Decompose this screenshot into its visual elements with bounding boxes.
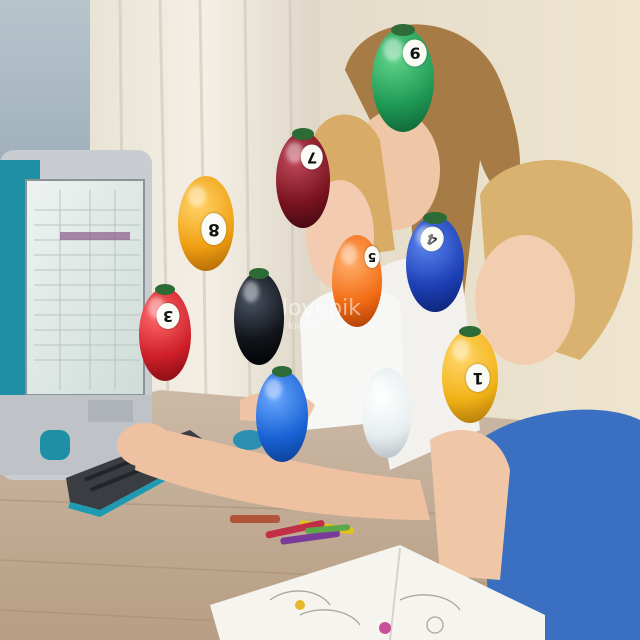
billiard-ball-3: 3 [139, 284, 191, 381]
billiard-ball-4: 4 [406, 212, 464, 312]
billiard-ball-black [234, 268, 284, 365]
billiard-ball-blue [256, 366, 308, 462]
billiard-ball-9: 9 [372, 23, 434, 132]
billiard-ball-1: 1 [442, 326, 498, 423]
watermark-brand: lovepik [282, 296, 361, 321]
ball-number-label: 7 [300, 144, 323, 170]
watermark: lovepik lovepik.com [282, 296, 361, 332]
ball-number-label: 9 [403, 39, 428, 67]
watermark-url: lovepik.com [288, 321, 349, 332]
ball-number-label: 8 [201, 213, 227, 246]
billiard-ball-8: 8 [178, 176, 234, 271]
photo-scene: 9 7 8 4 5 3 1 lovepik lovepik.com [0, 0, 640, 640]
billiard-ball-7: 7 [276, 128, 330, 228]
billiard-ball-white [362, 368, 412, 458]
ball-number-label: 1 [466, 364, 490, 393]
ball-number-label: 5 [364, 246, 380, 269]
